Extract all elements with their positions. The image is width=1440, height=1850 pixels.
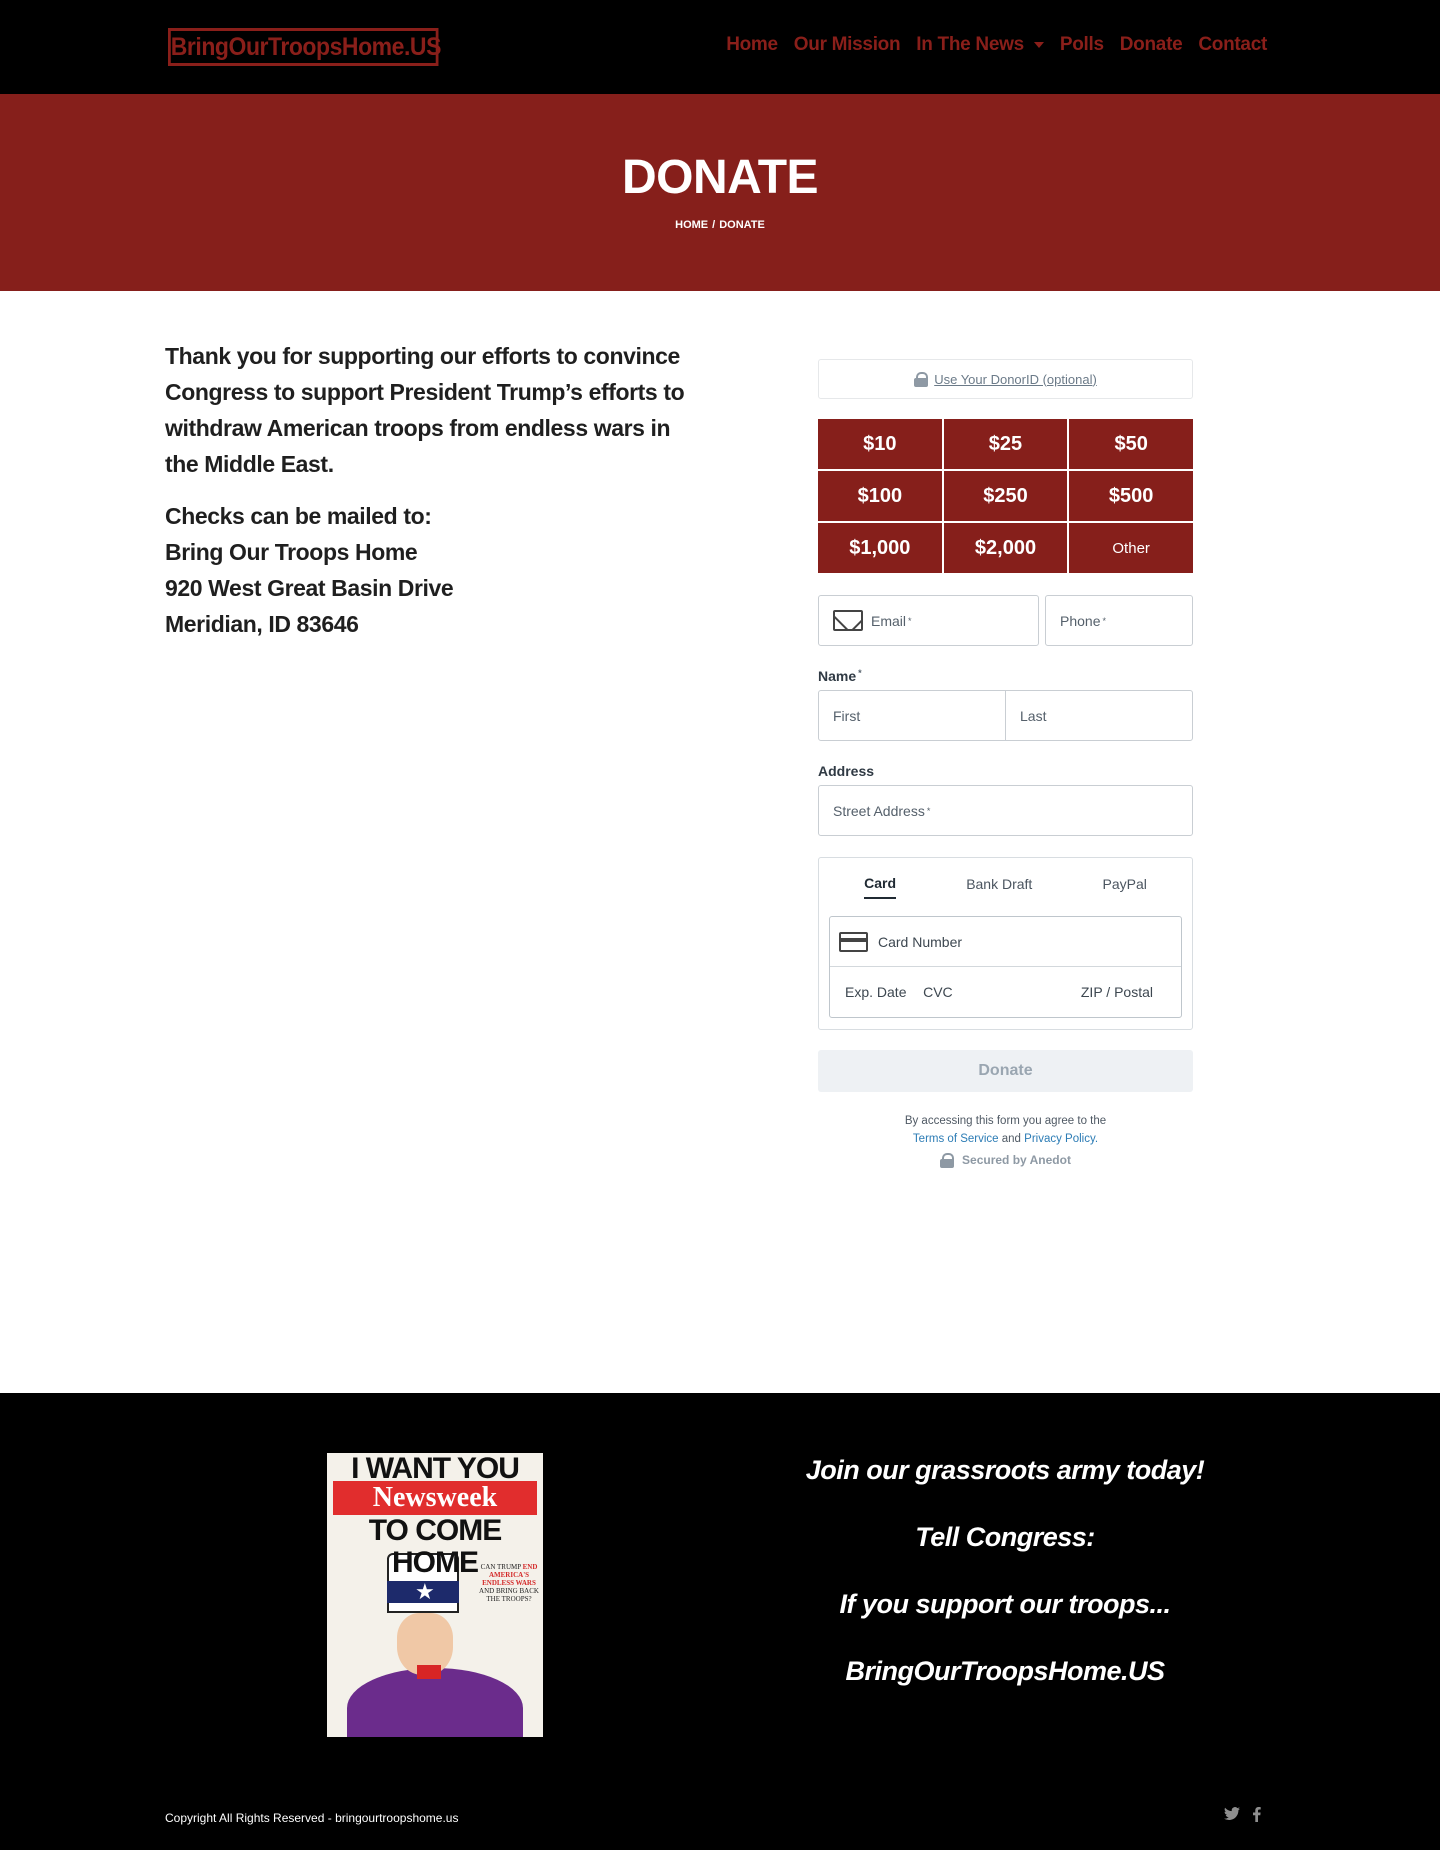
zip-field[interactable]: ZIP / Postal bbox=[1081, 984, 1153, 1000]
poster-bowtie bbox=[417, 1665, 441, 1679]
donation-form: Use Your DonorID (optional) $10 $25 $50 … bbox=[818, 359, 1193, 1169]
amount-500-button[interactable]: $500 bbox=[1069, 471, 1193, 521]
address-line: 920 West Great Basin Drive bbox=[165, 575, 454, 601]
street-address-field[interactable]: Street Address * bbox=[818, 785, 1193, 836]
amount-100-button[interactable]: $100 bbox=[818, 471, 942, 521]
amount-other-button[interactable]: Other bbox=[1069, 523, 1193, 573]
donate-button[interactable]: Donate bbox=[818, 1050, 1193, 1092]
breadcrumb-home[interactable]: HOME bbox=[675, 219, 708, 231]
amount-grid: $10 $25 $50 $100 $250 $500 $1,000 $2,000… bbox=[818, 419, 1193, 573]
card-number-placeholder: Card Number bbox=[878, 933, 963, 950]
join-line: Tell Congress: bbox=[915, 1522, 1095, 1552]
chevron-down-icon bbox=[1033, 42, 1044, 48]
last-name-field[interactable]: Last bbox=[1005, 691, 1192, 740]
site-header: BringOurTroopsHome.US Home Our Mission I… bbox=[0, 0, 1440, 94]
name-label-text: Name bbox=[818, 668, 857, 684]
credit-card-icon bbox=[839, 931, 868, 952]
page-title: DONATE bbox=[621, 151, 819, 204]
lock-icon bbox=[914, 372, 929, 387]
breadcrumb-separator: / bbox=[712, 219, 716, 231]
address-line: Bring Our Troops Home bbox=[165, 539, 418, 565]
address-line: Checks can be mailed to: bbox=[165, 503, 432, 529]
poster-masthead: Newsweek bbox=[333, 1481, 537, 1515]
amount-250-button[interactable]: $250 bbox=[943, 471, 1068, 521]
nav-home[interactable]: Home bbox=[726, 34, 778, 56]
donor-id-label: Use Your DonorID (optional) bbox=[934, 371, 1097, 387]
join-line: Join our grassroots army today! bbox=[805, 1455, 1205, 1485]
exp-date-field[interactable]: Exp. Date bbox=[845, 984, 906, 1000]
address-line: Meridian, ID 83646 bbox=[165, 611, 359, 637]
payment-section: Card Bank Draft PayPal Card Number Exp. … bbox=[818, 857, 1193, 1030]
page-banner: DONATE HOME / DONATE bbox=[0, 94, 1440, 291]
email-field[interactable]: Email * bbox=[818, 595, 1039, 646]
card-number-field[interactable]: Card Number bbox=[830, 917, 1181, 967]
nav-contact[interactable]: Contact bbox=[1198, 34, 1267, 56]
twitter-icon[interactable] bbox=[1224, 1807, 1240, 1827]
tab-bank-draft[interactable]: Bank Draft bbox=[966, 876, 1032, 898]
star-icon: ★ bbox=[415, 1579, 435, 1604]
nav-our-mission[interactable]: Our Mission bbox=[794, 34, 901, 56]
main-nav: Home Our Mission In The News Polls Donat… bbox=[726, 34, 1267, 56]
newsweek-cover-image: ★ CAN TRUMP END AMERICA'S ENDLESS WARS A… bbox=[327, 1453, 543, 1737]
name-fields: First Last bbox=[818, 690, 1193, 741]
address-label: Address bbox=[818, 763, 875, 779]
intro-text: Thank you for supporting our efforts to … bbox=[165, 338, 685, 642]
donor-id-button[interactable]: Use Your DonorID (optional) bbox=[818, 359, 1193, 399]
street-placeholder: Street Address bbox=[833, 802, 925, 819]
required-mark: * bbox=[908, 615, 912, 626]
cvc-field[interactable]: CVC bbox=[923, 984, 953, 1000]
payment-tabs: Card Bank Draft PayPal bbox=[829, 858, 1182, 916]
first-name-field[interactable]: First bbox=[819, 691, 1005, 740]
nav-in-the-news[interactable]: In The News bbox=[916, 34, 1044, 56]
amount-10-button[interactable]: $10 bbox=[818, 419, 942, 469]
amount-2000-button[interactable]: $2,000 bbox=[943, 523, 1068, 573]
amount-50-button[interactable]: $50 bbox=[1069, 419, 1193, 469]
required-mark: * bbox=[1102, 615, 1106, 626]
nav-donate[interactable]: Donate bbox=[1120, 34, 1183, 56]
join-line: If you support our troops... bbox=[839, 1589, 1171, 1619]
site-logo[interactable]: BringOurTroopsHome.US bbox=[168, 28, 441, 66]
secured-text: Secured by Anedot bbox=[962, 1153, 1071, 1167]
amount-1000-button[interactable]: $1,000 bbox=[818, 523, 942, 573]
required-mark: * bbox=[926, 805, 931, 816]
lock-icon bbox=[940, 1153, 955, 1168]
join-message: Join our grassroots army today! Tell Con… bbox=[780, 1453, 1230, 1721]
required-mark: * bbox=[858, 668, 862, 678]
facebook-icon[interactable] bbox=[1252, 1807, 1261, 1827]
social-links bbox=[1224, 1807, 1261, 1827]
site-footer: ★ CAN TRUMP END AMERICA'S ENDLESS WARS A… bbox=[0, 1393, 1440, 1850]
privacy-link[interactable]: Privacy Policy. bbox=[1024, 1133, 1098, 1145]
amount-25-button[interactable]: $25 bbox=[943, 419, 1068, 469]
tab-card[interactable]: Card bbox=[864, 875, 896, 899]
envelope-icon bbox=[833, 610, 863, 631]
thanks-paragraph: Thank you for supporting our efforts to … bbox=[165, 343, 685, 477]
tab-paypal[interactable]: PayPal bbox=[1103, 876, 1147, 898]
phone-field[interactable]: Phone * bbox=[1045, 595, 1193, 646]
join-line: BringOurTroopsHome.US bbox=[845, 1656, 1165, 1686]
breadcrumb-current: DONATE bbox=[719, 219, 765, 231]
poster-line2: TO COME HOME bbox=[368, 1514, 502, 1579]
legal-and: and bbox=[1001, 1133, 1021, 1145]
secured-badge: Secured by Anedot bbox=[818, 1151, 1193, 1169]
copyright-text: Copyright All Rights Reserved - bringour… bbox=[165, 1811, 459, 1825]
terms-link[interactable]: Terms of Service bbox=[913, 1133, 999, 1145]
nav-in-the-news-label: In The News bbox=[916, 34, 1024, 55]
breadcrumb: HOME / DONATE bbox=[0, 219, 1440, 231]
name-label: Name * bbox=[818, 668, 1193, 684]
mailing-address: Checks can be mailed to: Bring Our Troop… bbox=[165, 498, 685, 642]
card-details-row: Exp. Date CVC ZIP / Postal bbox=[830, 967, 1181, 1017]
email-placeholder: Email bbox=[871, 612, 907, 629]
nav-polls[interactable]: Polls bbox=[1060, 34, 1104, 56]
legal-prefix: By accessing this form you agree to the bbox=[904, 1115, 1107, 1127]
phone-placeholder: Phone bbox=[1060, 612, 1101, 629]
legal-notice: By accessing this form you agree to the … bbox=[818, 1112, 1193, 1169]
card-input-group: Card Number Exp. Date CVC ZIP / Postal bbox=[829, 916, 1182, 1018]
